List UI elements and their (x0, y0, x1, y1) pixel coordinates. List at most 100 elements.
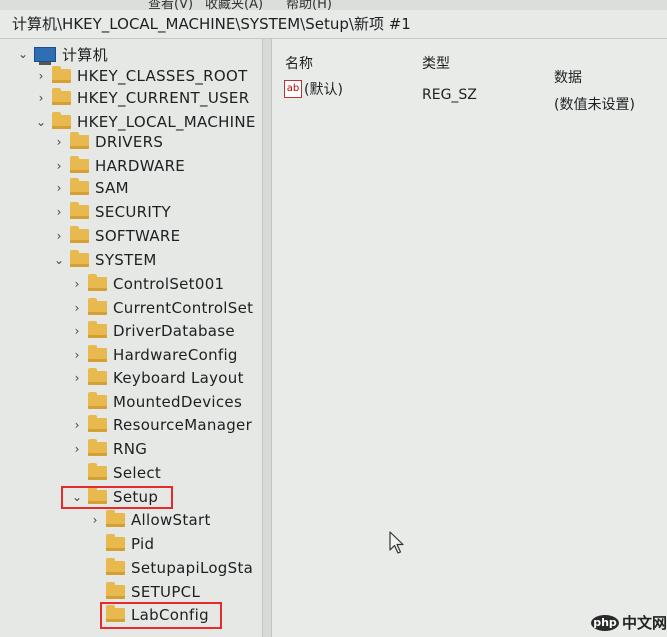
chevron-right-icon[interactable]: › (70, 324, 84, 338)
folder-icon (88, 298, 107, 315)
folder-icon (88, 368, 107, 385)
computer-icon (34, 46, 56, 65)
mouse-cursor-icon (389, 531, 404, 554)
pane-splitter[interactable] (262, 39, 272, 637)
tree-item-label: Keyboard Layout (113, 369, 244, 387)
value-row[interactable]: ab (默认) (284, 79, 343, 99)
tree-item-software[interactable]: › SOFTWARE (52, 225, 180, 247)
tree-item-hklm[interactable]: ⌄ HKEY_LOCAL_MACHINE (34, 111, 256, 133)
tree-item-label: HKEY_CLASSES_ROOT (77, 67, 248, 85)
menu-help[interactable]: 帮助(H) (286, 0, 332, 10)
folder-icon (70, 132, 89, 149)
address-path[interactable]: 计算机\HKEY_LOCAL_MACHINE\SYSTEM\Setup\新项 #… (0, 15, 411, 33)
folder-icon (52, 88, 71, 105)
value-data: (数值未设置) (554, 97, 635, 113)
tree-item-label: ControlSet001 (113, 275, 225, 293)
folder-icon (70, 202, 89, 219)
tree-item-label: HKEY_LOCAL_MACHINE (77, 113, 256, 131)
menu-bar: 查看(V) 收藏夹(A) 帮助(H) (0, 0, 667, 10)
folder-icon (88, 415, 107, 432)
tree-item-keyboardlayout[interactable]: › Keyboard Layout (70, 367, 244, 389)
string-value-icon: ab (284, 80, 302, 98)
chevron-right-icon[interactable]: › (70, 348, 84, 362)
chevron-right-icon[interactable]: › (52, 181, 66, 195)
chevron-right-icon[interactable]: › (34, 91, 48, 105)
values-pane[interactable]: 名称 类型 数据 ab (默认) REG_SZ (数值未设置) (272, 39, 667, 637)
chevron-right-icon[interactable]: › (70, 442, 84, 456)
tree-item-pid[interactable]: Pid (88, 533, 154, 555)
tree-item-currentcontrolset[interactable]: › CurrentControlSet (70, 297, 253, 319)
address-bar[interactable]: 计算机\HKEY_LOCAL_MACHINE\SYSTEM\Setup\新项 #… (0, 10, 667, 39)
tree-item-label: Pid (131, 535, 155, 553)
tree-item-label: RNG (113, 440, 148, 458)
tree-item-allowstart[interactable]: › AllowStart (88, 509, 211, 531)
chevron-right-icon[interactable]: › (34, 69, 48, 83)
chevron-right-icon[interactable]: › (52, 205, 66, 219)
chevron-down-icon[interactable]: ⌄ (16, 47, 30, 61)
chevron-right-icon[interactable]: › (52, 229, 66, 243)
tree-item-label: HARDWARE (95, 157, 186, 175)
column-header-data[interactable]: 数据 (554, 67, 582, 87)
tree-item-setupapilogsta[interactable]: SetupapiLogSta (88, 557, 253, 579)
value-type: REG_SZ (422, 87, 477, 103)
tree-item-label: MountedDevices (113, 393, 243, 411)
chevron-right-icon[interactable]: › (70, 277, 84, 291)
tree-item-mounteddevices[interactable]: MountedDevices (70, 391, 242, 413)
watermark-text: 中文网 (622, 614, 667, 632)
folder-icon (88, 392, 107, 409)
tree-item-hkcu[interactable]: › HKEY_CURRENT_USER (34, 87, 249, 109)
tree-item-select[interactable]: Select (70, 462, 161, 484)
chevron-right-icon[interactable]: › (70, 418, 84, 432)
tree-item-label: SetupapiLogSta (131, 559, 254, 577)
folder-icon (52, 66, 71, 83)
tree-item-drivers[interactable]: › DRIVERS (52, 131, 163, 153)
chevron-right-icon[interactable]: › (88, 513, 102, 527)
folder-icon (70, 178, 89, 195)
folder-icon (106, 558, 125, 575)
value-name: (默认) (304, 82, 343, 98)
tree-item-hkcr[interactable]: › HKEY_CLASSES_ROOT (34, 65, 248, 87)
column-header-name[interactable]: 名称 (285, 53, 313, 73)
chevron-right-icon[interactable]: › (52, 135, 66, 149)
tree-item-label: HKEY_CURRENT_USER (77, 89, 250, 107)
tree-item-system[interactable]: ⌄ SYSTEM (52, 249, 157, 271)
column-header-type[interactable]: 类型 (422, 53, 450, 73)
chevron-down-icon[interactable]: ⌄ (52, 253, 66, 267)
folder-icon (70, 226, 89, 243)
tree-item-rng[interactable]: › RNG (70, 438, 147, 460)
tree-item-label: DriverDatabase (113, 322, 235, 340)
folder-icon (88, 274, 107, 291)
tree-item-label: CurrentControlSet (113, 299, 254, 317)
tree-item-setupcl[interactable]: SETUPCL (88, 581, 200, 603)
folder-icon (52, 112, 71, 129)
tree-item-label: HardwareConfig (113, 346, 238, 364)
folder-icon (70, 250, 89, 267)
menu-view[interactable]: 查看(V) (148, 0, 193, 10)
tree-item-label: SYSTEM (95, 251, 157, 269)
tree-item-sam[interactable]: › SAM (52, 177, 129, 199)
chevron-right-icon[interactable]: › (70, 301, 84, 315)
tree-item-controlset001[interactable]: › ControlSet001 (70, 273, 224, 295)
tree-item-label: SOFTWARE (95, 227, 181, 245)
tree-item-label: SECURITY (95, 203, 172, 221)
highlight-box-labconfig (100, 602, 222, 629)
watermark: php 中文网 (591, 612, 667, 633)
folder-icon (106, 582, 125, 599)
tree-item-label: AllowStart (131, 511, 211, 529)
tree-item-resourcemanager[interactable]: › ResourceManager (70, 414, 252, 436)
chevron-down-icon[interactable]: ⌄ (34, 115, 48, 129)
tree-item-hardware[interactable]: › HARDWARE (52, 155, 185, 177)
menu-favorites[interactable]: 收藏夹(A) (205, 0, 263, 10)
chevron-right-icon[interactable]: › (70, 371, 84, 385)
registry-tree[interactable]: ⌄ 计算机 › HKEY_CLASSES_ROOT › HKEY_CURRENT… (0, 39, 262, 637)
tree-item-hardwareconfig[interactable]: › HardwareConfig (70, 344, 238, 366)
folder-icon (88, 321, 107, 338)
folder-icon (106, 510, 125, 527)
tree-item-computer[interactable]: ⌄ 计算机 (16, 43, 108, 65)
tree-item-label: 计算机 (62, 45, 108, 64)
tree-item-driverdatabase[interactable]: › DriverDatabase (70, 320, 235, 342)
tree-item-security[interactable]: › SECURITY (52, 201, 171, 223)
tree-item-label: Select (113, 464, 162, 482)
chevron-right-icon[interactable]: › (52, 159, 66, 173)
folder-icon (88, 439, 107, 456)
